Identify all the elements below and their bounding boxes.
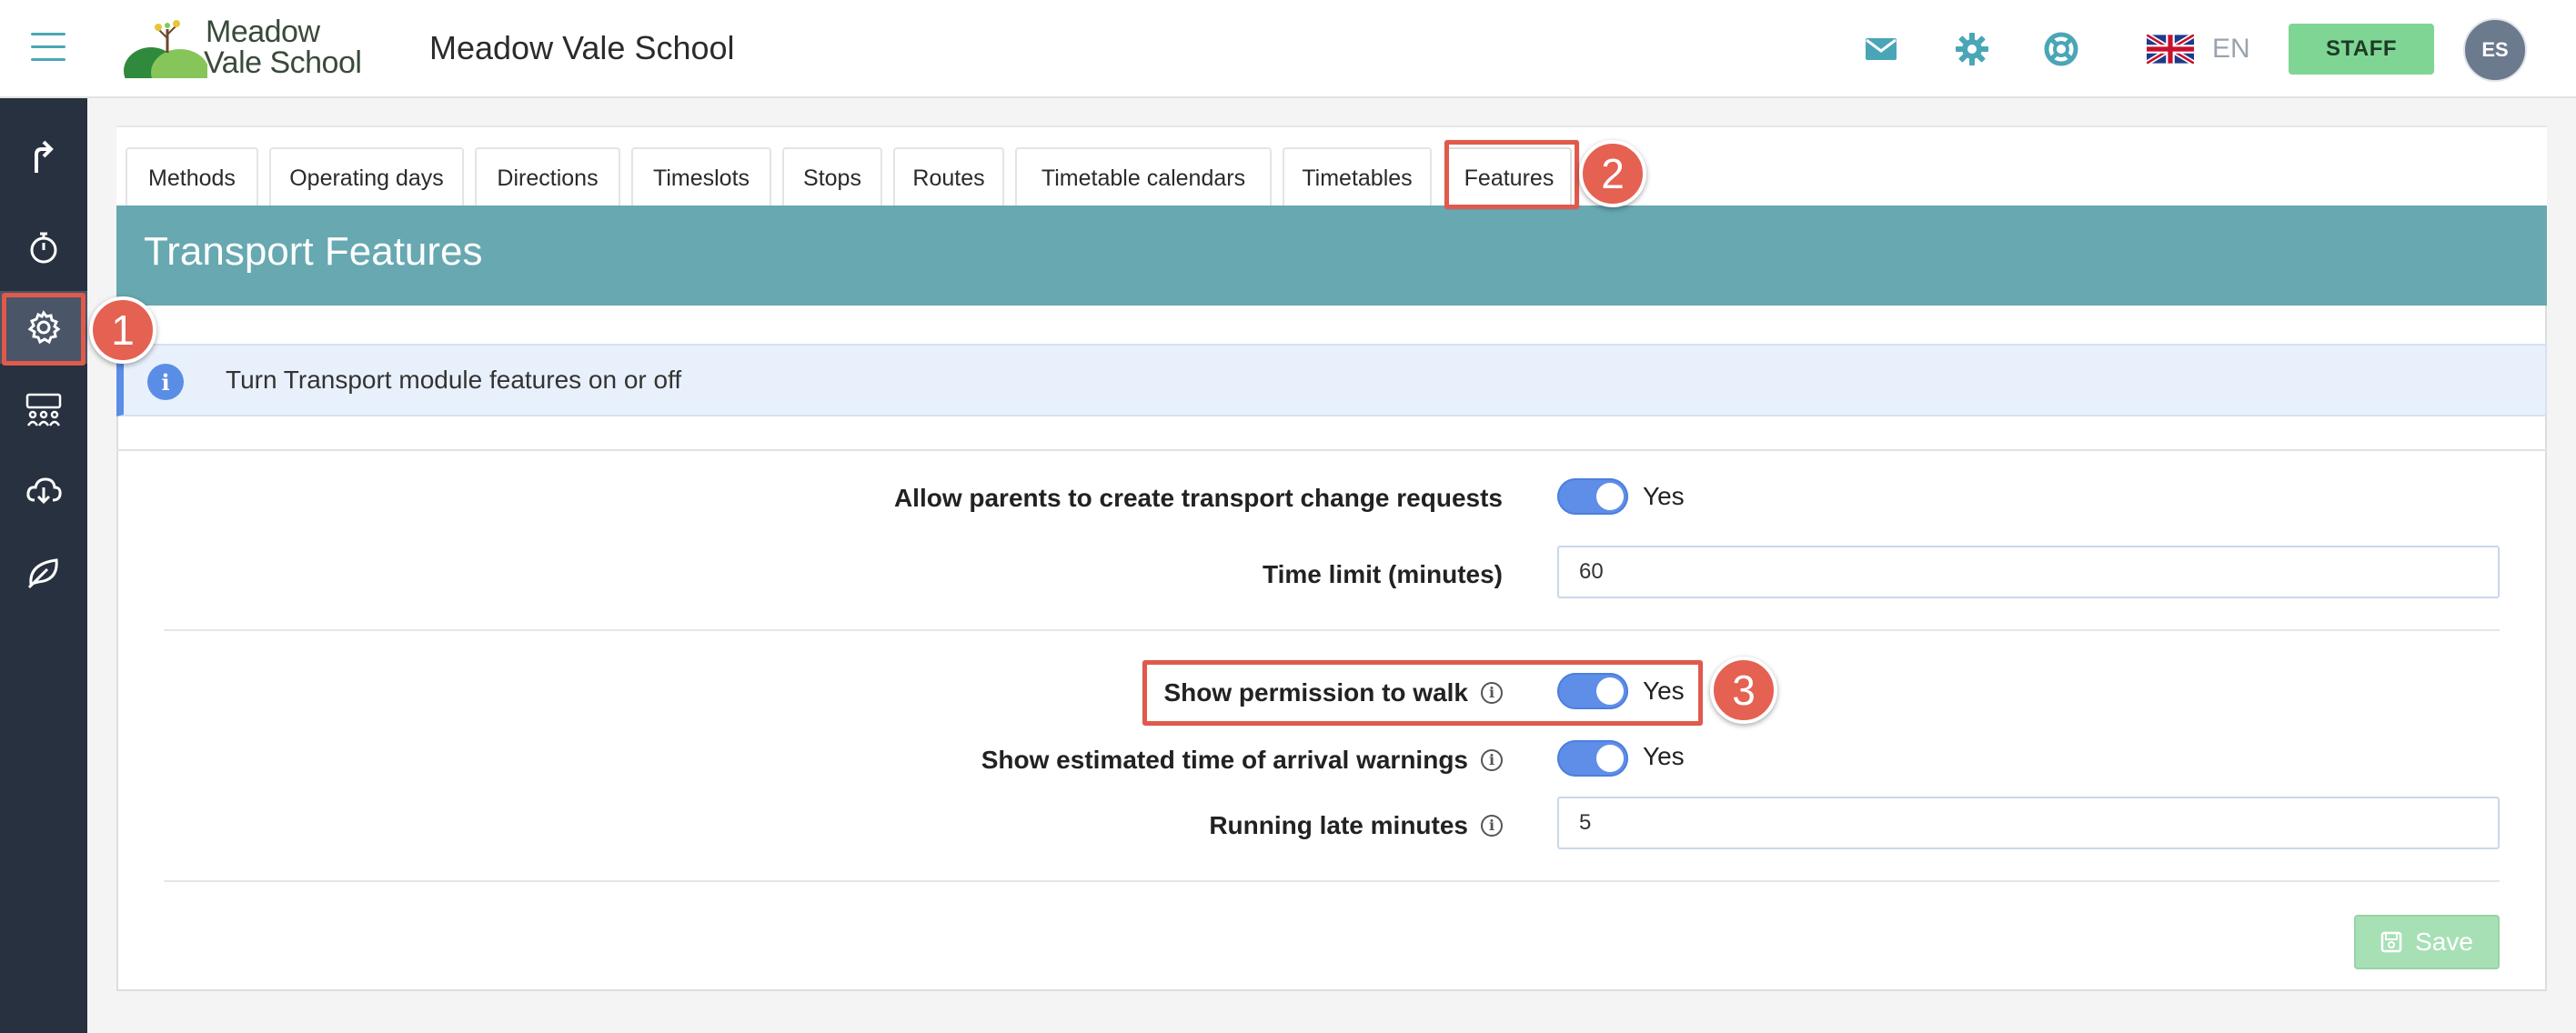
sidebar-item-downloads[interactable] (0, 455, 87, 527)
top-header: Meadow Vale School Meadow Vale School EN… (0, 0, 2576, 98)
info-circle-icon[interactable]: i (1481, 681, 1503, 704)
eta-warnings-label: Show estimated time of arrival warnings (981, 746, 1468, 774)
time-limit-label: Time limit (minutes) (1263, 560, 1503, 588)
info-circle-icon[interactable]: i (1481, 748, 1503, 771)
eta-warnings-value: Yes (1643, 742, 1685, 770)
sidebar-item-settings[interactable] (0, 291, 87, 364)
sidebar-item-eco[interactable] (0, 537, 87, 609)
tab-directions[interactable]: Directions (475, 147, 620, 207)
mail-icon[interactable] (1863, 31, 1899, 67)
logo-wordmark: Meadow Vale School (204, 15, 362, 80)
info-banner: i Turn Transport module features on or o… (116, 344, 2547, 416)
menu-icon[interactable] (31, 33, 65, 62)
sidebar (0, 98, 87, 1033)
group-icon (25, 393, 62, 426)
sidebar-item-groups[interactable] (0, 375, 87, 447)
time-limit-input[interactable]: 60 (1557, 546, 2500, 598)
tab-stops[interactable]: Stops (782, 147, 882, 207)
step-marker-1: 1 (89, 296, 156, 364)
form-divider (164, 880, 2500, 882)
uk-flag-icon (2147, 35, 2194, 64)
allow-change-requests-value: Yes (1643, 482, 1685, 510)
logo-hills-icon (124, 20, 207, 78)
permission-to-walk-value: Yes (1643, 677, 1685, 705)
allow-change-requests-toggle[interactable] (1557, 478, 1628, 515)
permission-to-walk-label: Show permission to walk (1163, 678, 1468, 707)
section-header: Transport Features (116, 206, 2547, 306)
gear-icon (27, 310, 61, 345)
staff-role-button[interactable]: STAFF (2289, 24, 2434, 75)
running-late-input[interactable]: 5 (1557, 797, 2500, 849)
tab-operating-days[interactable]: Operating days (269, 147, 464, 207)
sidebar-item-share[interactable] (0, 122, 87, 195)
tab-timetable-calendars[interactable]: Timetable calendars (1015, 147, 1272, 207)
save-label: Save (2415, 928, 2473, 956)
tab-features[interactable]: Features (1446, 147, 1572, 207)
info-icon: i (147, 364, 184, 400)
tab-bar: Methods Operating days Directions Timesl… (116, 125, 2547, 209)
settings-form (116, 449, 2547, 991)
stopwatch-icon (30, 232, 57, 264)
form-divider (164, 629, 2500, 631)
running-late-row-label: Running late minutes i (1209, 811, 1503, 840)
share-arrow-icon (35, 140, 54, 173)
save-button[interactable]: Save (2354, 915, 2500, 969)
floppy-disk-icon (2380, 931, 2402, 953)
tab-methods[interactable]: Methods (126, 147, 258, 207)
tab-timetables[interactable]: Timetables (1283, 147, 1432, 207)
info-text: Turn Transport module features on or off (226, 366, 682, 394)
language-selector[interactable]: EN (2147, 31, 2250, 67)
running-late-label: Running late minutes (1209, 811, 1468, 839)
lifebuoy-icon[interactable] (2043, 31, 2079, 67)
tab-timeslots[interactable]: Timeslots (631, 147, 771, 207)
step-marker-2: 2 (1579, 140, 1646, 207)
eta-warnings-row-label: Show estimated time of arrival warnings i (981, 746, 1503, 775)
step-marker-3: 3 (1710, 657, 1777, 724)
logo-line-1: Meadow (206, 15, 320, 49)
avatar[interactable]: ES (2463, 18, 2527, 82)
leaf-icon (27, 558, 58, 589)
school-logo[interactable]: Meadow Vale School (124, 15, 362, 80)
sidebar-item-timers[interactable] (0, 211, 87, 284)
gear-icon[interactable] (1954, 31, 1990, 67)
page-title: Transport Features (144, 229, 483, 274)
eta-warnings-toggle[interactable] (1557, 740, 1628, 777)
school-name: Meadow Vale School (429, 29, 735, 66)
logo-line-2: Vale School (204, 45, 362, 80)
language-code: EN (2212, 34, 2250, 64)
info-circle-icon[interactable]: i (1481, 814, 1503, 837)
permission-to-walk-row-label: Show permission to walk i (1163, 678, 1503, 707)
cloud-download-icon (26, 477, 62, 505)
permission-to-walk-toggle[interactable] (1557, 673, 1628, 709)
tab-routes[interactable]: Routes (893, 147, 1004, 207)
allow-change-requests-label: Allow parents to create transport change… (893, 484, 1503, 512)
